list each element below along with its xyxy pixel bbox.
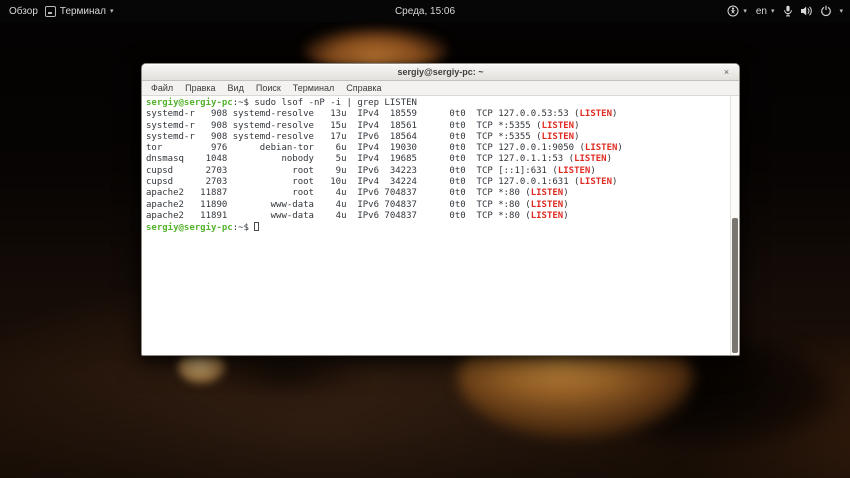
terminal-output-line: systemd-r 908 systemd-resolve 13u IPv4 1… — [146, 109, 729, 120]
terminal-screen[interactable]: sergiy@sergiy-pc:~$ sudo lsof -nP -i | g… — [142, 96, 739, 355]
scrollbar-thumb[interactable] — [732, 218, 738, 353]
gnome-top-bar: Обзор Терминал ▾ Среда, 15:06 ▾ — [0, 0, 850, 22]
keyboard-layout-menu[interactable]: en ▾ — [756, 6, 775, 17]
command-text: sudo lsof -nP -i | grep LISTEN — [254, 98, 417, 108]
terminal-output-line: systemd-r 908 systemd-resolve 17u IPv6 1… — [146, 132, 729, 143]
window-title: sergiy@sergiy-pc: ~ — [397, 67, 483, 77]
system-menu[interactable]: ▾ — [783, 5, 843, 17]
chevron-down-icon: ▾ — [839, 7, 843, 15]
terminal-output-line: dnsmasq 1048 nobody 5u IPv4 19685 0t0 TC… — [146, 154, 729, 165]
menu-file[interactable]: Файл — [145, 81, 179, 96]
chevron-down-icon: ▾ — [743, 7, 747, 15]
terminal-output-line: systemd-r 908 systemd-resolve 15u IPv4 1… — [146, 121, 729, 132]
scrollbar[interactable] — [730, 96, 739, 355]
terminal-app-icon — [45, 6, 56, 17]
accessibility-menu[interactable]: ▾ — [727, 5, 747, 17]
keyboard-layout-label: en — [756, 6, 767, 17]
terminal-output-line: cupsd 2703 root 10u IPv4 34224 0t0 TCP 1… — [146, 177, 729, 188]
window-titlebar[interactable]: sergiy@sergiy-pc: ~ × — [142, 64, 739, 81]
microphone-icon — [783, 5, 793, 17]
clock[interactable]: Среда, 15:06 — [395, 6, 455, 17]
clock-container: Среда, 15:06 — [0, 6, 850, 17]
chevron-down-icon: ▾ — [771, 7, 775, 15]
menu-view[interactable]: Вид — [222, 81, 250, 96]
accessibility-icon — [727, 5, 739, 17]
chevron-down-icon: ▾ — [110, 7, 114, 15]
menu-bar: Файл Правка Вид Поиск Терминал Справка — [142, 81, 739, 96]
app-menu-label: Терминал — [60, 6, 106, 17]
menu-search[interactable]: Поиск — [250, 81, 287, 96]
volume-icon — [800, 5, 813, 17]
menu-terminal[interactable]: Терминал — [287, 81, 340, 96]
terminal-window: sergiy@sergiy-pc: ~ × Файл Правка Вид По… — [141, 63, 740, 356]
terminal-prompt-line: sergiy@sergiy-pc:~$ — [146, 222, 729, 234]
app-menu[interactable]: Терминал ▾ — [45, 6, 114, 17]
prompt: sergiy@sergiy-pc — [146, 223, 233, 233]
close-button[interactable]: × — [721, 67, 732, 78]
terminal-cursor — [254, 222, 259, 231]
terminal-output-line: tor 976 debian-tor 6u IPv4 19030 0t0 TCP… — [146, 143, 729, 154]
activities-button[interactable]: Обзор — [9, 6, 38, 17]
prompt: sergiy@sergiy-pc — [146, 98, 233, 108]
terminal-output-line: apache2 11891 www-data 4u IPv6 704837 0t… — [146, 211, 729, 222]
terminal-command-line: sergiy@sergiy-pc:~$ sudo lsof -nP -i | g… — [146, 98, 729, 109]
terminal-output-line: cupsd 2703 root 9u IPv6 34223 0t0 TCP [:… — [146, 166, 729, 177]
menu-help[interactable]: Справка — [340, 81, 387, 96]
menu-edit[interactable]: Правка — [179, 81, 221, 96]
terminal-output-line: apache2 11887 root 4u IPv6 704837 0t0 TC… — [146, 188, 729, 199]
power-icon — [820, 5, 832, 17]
desktop: Обзор Терминал ▾ Среда, 15:06 ▾ — [0, 0, 850, 478]
terminal-output-line: apache2 11890 www-data 4u IPv6 704837 0t… — [146, 200, 729, 211]
